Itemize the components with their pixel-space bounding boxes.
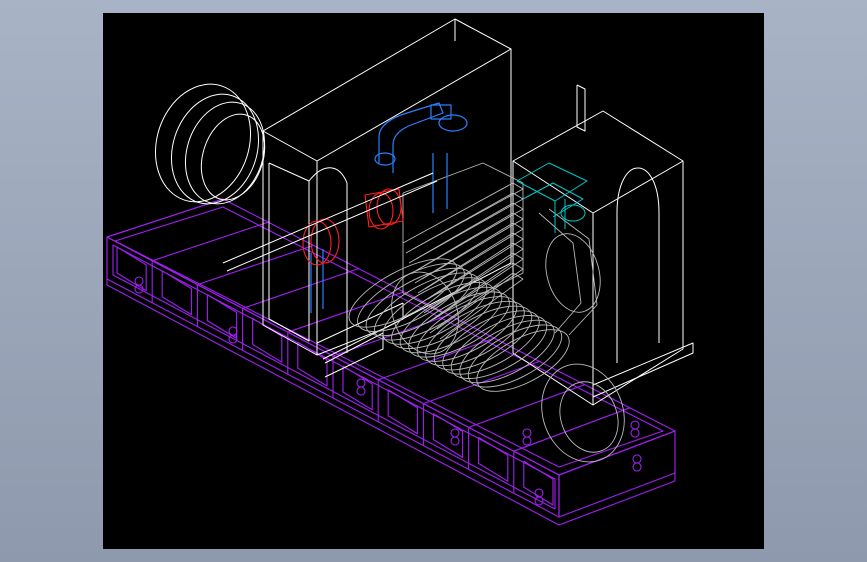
base-frame-bottom <box>106 279 676 526</box>
cabinet-side <box>592 161 684 406</box>
coupling-disc-4 <box>376 188 402 226</box>
base-lifting-hole <box>450 436 460 446</box>
base-cell <box>478 436 509 482</box>
housing-door <box>268 162 310 342</box>
base-frame-top <box>106 198 676 476</box>
housing-skid-rail-2 <box>322 303 404 360</box>
base-cross-member <box>513 407 630 452</box>
engine-manifold <box>408 202 524 270</box>
fan-ring <box>154 83 266 205</box>
coupling <box>302 188 404 266</box>
base-lifting-hole <box>630 420 640 430</box>
base-cell <box>387 389 418 435</box>
wireframe-drawing <box>106 18 694 526</box>
drive-shaft <box>222 172 438 272</box>
cabinet-skid <box>592 342 694 398</box>
base-lifting-hole <box>134 276 144 286</box>
base-cross-member <box>106 198 224 238</box>
base-cross-member <box>468 384 585 428</box>
fan-ring-inner <box>184 101 266 205</box>
housing-channel <box>324 332 384 378</box>
base-lifting-hole <box>632 454 642 464</box>
cabinet-arch <box>616 167 660 343</box>
base-cell <box>342 365 373 411</box>
engine-rib <box>433 305 533 371</box>
base-lifting-hole <box>522 436 532 446</box>
fan-ring-back <box>200 113 266 201</box>
control-cabinet <box>512 84 694 406</box>
base-frame-end-face <box>558 430 676 518</box>
base-cross-member <box>197 244 314 286</box>
engine-manifold <box>402 182 524 250</box>
base-lifting-hole <box>522 428 532 438</box>
exhaust-flange-2 <box>438 114 468 132</box>
base-cell <box>252 317 283 363</box>
fan-ring-outer <box>154 83 252 203</box>
base-cross-member <box>242 268 359 309</box>
base-lifting-hole <box>450 428 460 438</box>
base-lifting-hole <box>534 488 544 498</box>
exhaust-pipe <box>310 102 468 313</box>
base-cross-member <box>558 430 676 476</box>
cad-viewport[interactable] <box>103 13 764 549</box>
engine-fan-blade <box>538 212 582 334</box>
base-lifting-hole <box>630 428 640 438</box>
base-cell <box>297 341 328 387</box>
base-lifting-hole <box>632 462 642 472</box>
exhaust-drop <box>432 153 448 213</box>
engine-manifold <box>405 192 524 260</box>
base-cross-member <box>152 221 269 262</box>
base-lifting-hole <box>356 378 366 388</box>
base-lifting-hole <box>356 386 366 396</box>
exhaust-flange-1 <box>374 152 396 166</box>
housing-top <box>262 18 512 162</box>
engine-manifold <box>411 212 524 280</box>
engine-fan <box>545 233 601 313</box>
base-lifting-hole <box>228 326 238 336</box>
engine-manifold <box>414 222 524 290</box>
turbo-assembly <box>516 162 588 233</box>
base-cross-member <box>287 291 404 333</box>
base-cell <box>523 460 554 506</box>
cabinet-chimney <box>576 84 586 132</box>
engine-rib <box>442 310 540 375</box>
